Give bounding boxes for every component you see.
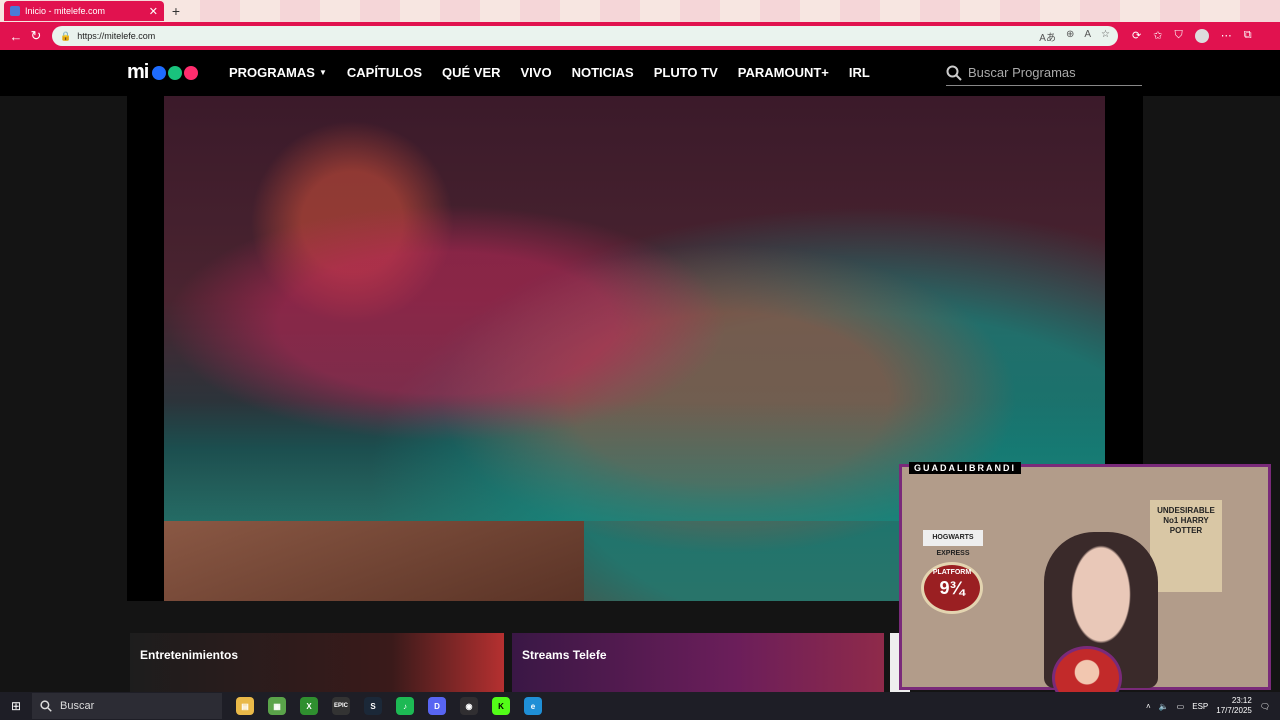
nav-capitulos[interactable]: CAPÍTULOS — [347, 65, 422, 80]
windows-taskbar: ⊞ Buscar ▤ ▦ X EPIC S ♪ D ◉ K e ˄ 🔈 ▭ ES… — [0, 692, 1280, 720]
steam-icon[interactable]: S — [364, 697, 382, 715]
nav-que-ver[interactable]: QUÉ VER — [442, 65, 501, 80]
browser-tab-bar: Inicio - mitelefe.com ✕ + — [0, 0, 1280, 22]
profile-avatar[interactable] — [1194, 29, 1209, 43]
notification-icon[interactable]: 🗨 — [1260, 702, 1270, 711]
new-tab-button[interactable]: + — [168, 3, 184, 19]
kick-icon[interactable]: K — [492, 697, 510, 715]
favorites-icon[interactable]: ✩ — [1153, 29, 1162, 43]
shield-icon[interactable]: ⛉ — [1174, 29, 1182, 43]
language-indicator[interactable]: ESP — [1192, 702, 1208, 711]
more-menu-icon[interactable]: ⋯ — [1221, 29, 1232, 43]
taskbar-search[interactable]: Buscar — [32, 693, 222, 719]
xbox-icon[interactable]: X — [300, 697, 318, 715]
network-icon[interactable]: ▭ — [1177, 702, 1185, 711]
search-placeholder: Buscar Programas — [968, 65, 1076, 80]
search-icon — [40, 700, 52, 712]
video-scene-table — [164, 521, 584, 601]
taskbar-apps: ▤ ▦ X EPIC S ♪ D ◉ K e — [236, 697, 542, 715]
back-button[interactable]: ← — [6, 29, 26, 44]
system-clock[interactable]: 23:12 17/7/2025 — [1216, 696, 1252, 716]
favorite-star-icon[interactable]: ☆ — [1101, 29, 1110, 44]
edge-icon[interactable]: e — [524, 697, 542, 715]
mitelefe-logo[interactable]: mi — [127, 61, 199, 84]
clock-time: 23:12 — [1231, 696, 1252, 705]
logo-dot-pink — [184, 65, 199, 80]
chevron-up-icon[interactable]: ˄ — [1146, 702, 1151, 711]
row-title: Entretenimientos — [140, 648, 239, 662]
chevron-down-icon: ▼ — [318, 68, 327, 77]
obs-icon[interactable]: ◉ — [460, 697, 478, 715]
main-nav: PROGRAMAS ▼ CAPÍTULOS QUÉ VER VIVO NOTICI… — [229, 65, 870, 80]
site-favicon-icon — [10, 6, 20, 16]
refresh-extension-icon[interactable]: ⟳ — [1132, 29, 1141, 43]
refresh-button[interactable]: ↻ — [26, 28, 46, 44]
zoom-icon[interactable]: ⊕ — [1066, 29, 1074, 44]
read-aloud-icon[interactable]: A — [1084, 29, 1091, 44]
windows-start-icon[interactable]: ⊞ — [0, 699, 32, 713]
url-text: https://mitelefe.com — [77, 31, 156, 41]
lock-icon: 🔒 — [60, 30, 72, 41]
search-icon — [946, 65, 962, 81]
copilot-icon[interactable]: ⧉ — [1244, 29, 1252, 43]
row-entretenimientos[interactable]: Entretenimientos — [130, 633, 504, 695]
wanted-poster: UNDESIRABLE No1 HARRY POTTER — [1150, 500, 1222, 592]
nav-programas[interactable]: PROGRAMAS ▼ — [229, 65, 327, 80]
row-streams-telefe[interactable]: Streams Telefe — [512, 633, 884, 695]
nav-noticias[interactable]: NOTICIAS — [572, 65, 634, 80]
url-field[interactable]: 🔒 https://mitelefe.com Aあ ⊕ A ☆ — [52, 26, 1118, 46]
nav-irl[interactable]: IRL — [849, 65, 870, 80]
epic-games-icon[interactable]: EPIC — [332, 697, 350, 715]
platform-number: 9¾ — [939, 577, 965, 598]
system-tray: ˄ 🔈 ▭ ESP 23:12 17/7/2025 🗨 — [1146, 696, 1280, 716]
nav-paramount[interactable]: PARAMOUNT+ — [738, 65, 829, 80]
logo-dot-green — [168, 65, 183, 80]
file-explorer-icon[interactable]: ▤ — [236, 697, 254, 715]
discord-icon[interactable]: D — [428, 697, 446, 715]
close-tab-icon[interactable]: ✕ — [149, 5, 158, 18]
logo-text: mi — [127, 61, 149, 83]
tab-title: Inicio - mitelefe.com — [25, 6, 106, 16]
browser-tab[interactable]: Inicio - mitelefe.com ✕ — [4, 1, 164, 21]
clock-date: 17/7/2025 — [1216, 706, 1252, 715]
streamer-name: GUADALIBRANDI — [909, 462, 1021, 474]
minecraft-icon[interactable]: ▦ — [268, 697, 286, 715]
url-actions: Aあ ⊕ A ☆ — [1039, 29, 1110, 44]
volume-icon[interactable]: 🔈 — [1159, 702, 1169, 711]
nav-vivo[interactable]: VIVO — [521, 65, 552, 80]
search-input[interactable]: Buscar Programas — [946, 60, 1142, 86]
address-toolbar: ← ↻ 🔒 https://mitelefe.com Aあ ⊕ A ☆ ⟳ ✩ … — [0, 22, 1280, 50]
browser-actions: ⟳ ✩ ⛉ ⋯ ⧉ — [1132, 29, 1252, 43]
platform-label: PLATFORM — [932, 569, 972, 576]
translate-icon[interactable]: Aあ — [1039, 29, 1056, 44]
platform-sign: PLATFORM 9¾ — [921, 562, 983, 614]
hogwarts-sign: HOGWARTS EXPRESS — [923, 530, 983, 557]
spotify-icon[interactable]: ♪ — [396, 697, 414, 715]
taskbar-search-label: Buscar — [60, 700, 95, 712]
row-title: Streams Telefe — [522, 648, 607, 662]
logo-dot-blue — [152, 65, 167, 80]
nav-pluto-tv[interactable]: PLUTO TV — [654, 65, 718, 80]
